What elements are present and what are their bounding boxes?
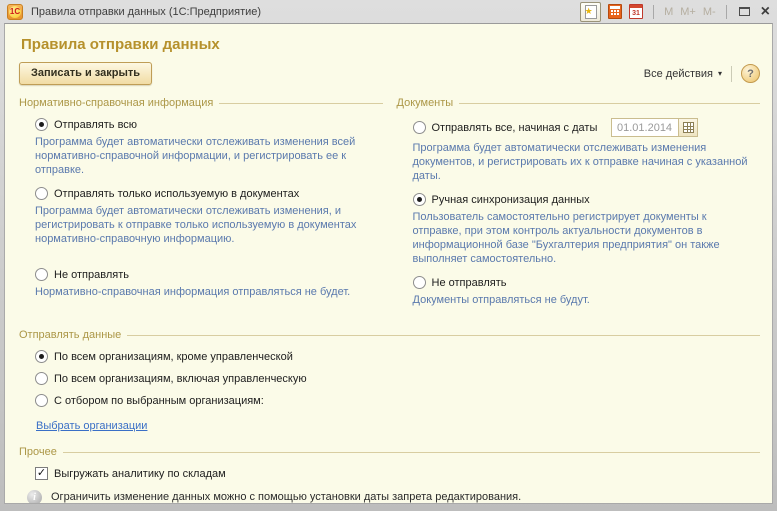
form-content: Правила отправки данных Записать и закры… <box>4 23 773 504</box>
window-titlebar[interactable]: 1С Правила отправки данных (1С:Предприят… <box>4 0 773 23</box>
nsi-section-title: Нормативно-справочная информация <box>19 97 213 109</box>
radio-label: Не отправлять <box>432 277 507 289</box>
toolbar-separator <box>731 66 732 82</box>
all-actions-label: Все действия <box>644 68 713 80</box>
checkbox-label: Выгружать аналитику по складам <box>54 468 226 480</box>
radio-label: Отправлять всю <box>54 119 137 131</box>
start-date-field: 01.01.2014 <box>611 118 698 137</box>
save-close-button[interactable]: Записать и закрыть <box>19 62 152 85</box>
radio-label: Отправлять все, начиная с даты <box>432 122 598 134</box>
send-data-section-title: Отправлять данные <box>19 329 121 341</box>
app-window: 1С Правила отправки данных (1С:Предприят… <box>0 0 777 511</box>
documents-section-header: Документы <box>397 97 761 109</box>
radio-icon <box>413 276 426 289</box>
date-picker-button[interactable] <box>679 118 698 137</box>
info-icon: i <box>27 490 42 504</box>
radio-label: По всем организациям, кроме управленческ… <box>54 351 293 363</box>
radio-label: С отбором по выбранным организациям: <box>54 395 264 407</box>
option-description: Документы отправляться не будут. <box>413 293 751 307</box>
radio-label: По всем организациям, включая управленче… <box>54 373 307 385</box>
option-description: Программа будет автоматически отслеживат… <box>35 135 373 177</box>
maximize-button[interactable] <box>739 7 750 16</box>
info-note: i Ограничить изменение данных можно с по… <box>27 491 760 504</box>
nsi-section: Нормативно-справочная информация Отправл… <box>19 95 383 317</box>
window-title: Правила отправки данных (1С:Предприятие) <box>31 6 261 18</box>
all-actions-button[interactable]: Все действия ▾ <box>644 68 722 80</box>
memory-m-minus-button: М- <box>703 6 716 18</box>
radio-icon <box>35 268 48 281</box>
page-title: Правила отправки данных <box>21 36 760 53</box>
radio-selected-orgs[interactable]: С отбором по выбранным организациям: <box>35 394 760 407</box>
radio-docs-manual-sync[interactable]: Ручная синхронизация данных <box>413 193 761 206</box>
calculator-button[interactable] <box>608 4 622 19</box>
other-section-title: Прочее <box>19 446 57 458</box>
1c-logo-text: 1С <box>8 7 22 16</box>
favorites-button[interactable]: ★ <box>580 2 601 22</box>
radio-all-orgs-including-management[interactable]: По всем организациям, включая управленче… <box>35 372 760 385</box>
1c-logo-icon: 1С <box>7 4 23 20</box>
radio-label: Не отправлять <box>54 269 129 281</box>
option-description: Программа будет автоматически отслеживат… <box>413 141 751 183</box>
checkbox-export-warehouse-analytics[interactable]: ✓ Выгружать аналитику по складам <box>35 467 760 480</box>
radio-all-orgs-except-management[interactable]: По всем организациям, кроме управленческ… <box>35 350 760 363</box>
nsi-section-header: Нормативно-справочная информация <box>19 97 383 109</box>
calendar-button[interactable]: 31 <box>629 4 643 19</box>
calendar-grid-icon <box>683 122 694 133</box>
form-toolbar: Записать и закрыть Все действия ▾ ? <box>19 62 760 85</box>
radio-nsi-send-used[interactable]: Отправлять только используемую в докумен… <box>35 187 383 200</box>
send-data-section: Отправлять данные По всем организациям, … <box>19 329 760 434</box>
other-section: Прочее ✓ Выгружать аналитику по складам … <box>19 446 760 504</box>
radio-icon <box>413 193 426 206</box>
help-button[interactable]: ? <box>741 64 760 83</box>
memory-m-button: М <box>664 6 673 18</box>
favorites-star-icon: ★ <box>585 5 597 19</box>
chevron-down-icon: ▾ <box>718 69 722 78</box>
section-rule <box>127 335 760 336</box>
other-section-header: Прочее <box>19 446 760 458</box>
radio-nsi-dont-send[interactable]: Не отправлять <box>35 268 383 281</box>
radio-icon <box>413 121 426 134</box>
section-rule <box>219 103 382 104</box>
radio-nsi-send-all[interactable]: Отправлять всю <box>35 118 383 131</box>
date-input[interactable]: 01.01.2014 <box>611 118 679 137</box>
info-text: Ограничить изменение данных можно с помо… <box>51 491 521 503</box>
section-rule <box>459 103 760 104</box>
memory-m-plus-button: М+ <box>680 6 696 18</box>
radio-docs-send-from-date[interactable]: Отправлять все, начиная с даты 01.01.201… <box>413 118 761 137</box>
radio-docs-dont-send[interactable]: Не отправлять <box>413 276 761 289</box>
radio-label: Ручная синхронизация данных <box>432 194 590 206</box>
documents-section: Документы Отправлять все, начиная с даты… <box>397 95 761 317</box>
option-description: Программа будет автоматически отслеживат… <box>35 204 373 246</box>
send-data-section-header: Отправлять данные <box>19 329 760 341</box>
radio-icon <box>35 187 48 200</box>
option-description: Нормативно-справочная информация отправл… <box>35 285 373 299</box>
radio-icon <box>35 372 48 385</box>
radio-label: Отправлять только используемую в докумен… <box>54 188 299 200</box>
section-rule <box>63 452 760 453</box>
option-description: Пользователь самостоятельно регистрирует… <box>413 210 751 266</box>
radio-icon <box>35 350 48 363</box>
close-button[interactable]: × <box>761 5 770 19</box>
checkbox-icon: ✓ <box>35 467 48 480</box>
calendar-icon: 31 <box>629 4 643 19</box>
radio-icon <box>35 118 48 131</box>
calculator-icon <box>608 4 622 19</box>
radio-icon <box>35 394 48 407</box>
select-organizations-link[interactable]: Выбрать организации <box>36 420 147 432</box>
documents-section-title: Документы <box>397 97 454 109</box>
